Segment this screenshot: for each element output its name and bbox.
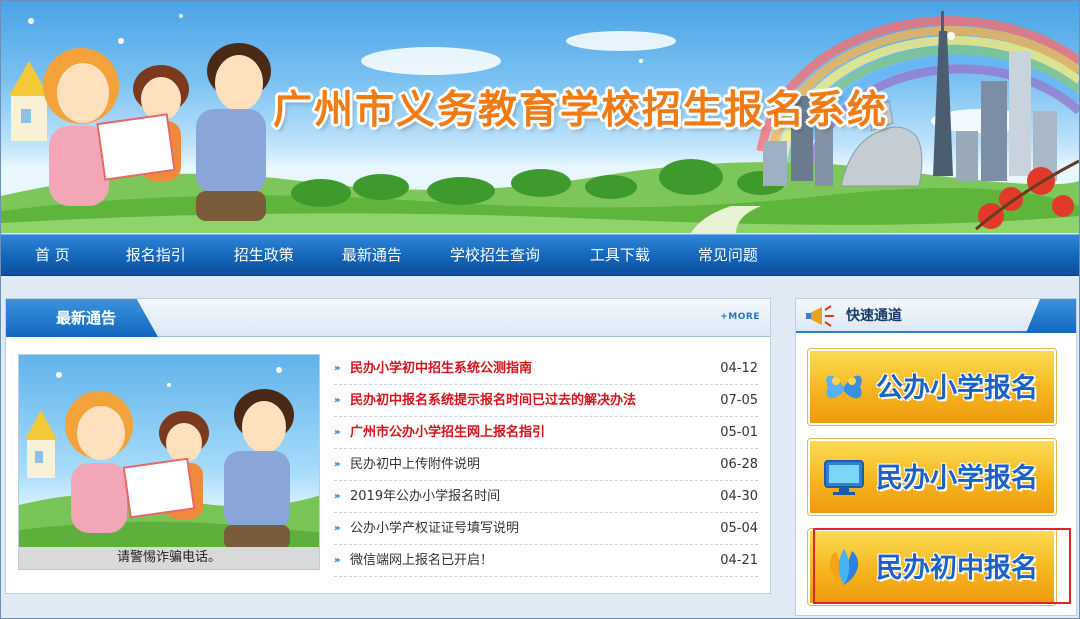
butterfly-icon xyxy=(826,375,862,399)
nav-item-guide[interactable]: 报名指引 xyxy=(102,234,210,276)
main-nav: 首 页 报名指引 招生政策 最新通告 学校招生查询 工具下载 常见问题 xyxy=(1,234,1079,276)
notice-date: 06-28 xyxy=(720,457,758,472)
notice-date: 04-21 xyxy=(720,553,758,568)
notice-date: 05-01 xyxy=(720,425,758,440)
nav-item-home[interactable]: 首 页 xyxy=(1,234,102,276)
notice-panel: 最新通告 +MORE 请警惕诈骗电话。 » 民办小学初中招生系统公测指南 04-… xyxy=(5,298,771,594)
notice-photo[interactable]: 请警惕诈骗电话。 xyxy=(18,354,320,570)
nav-item-faq[interactable]: 常见问题 xyxy=(674,234,782,276)
double-arrow-icon: » xyxy=(334,555,341,566)
notice-panel-header: 最新通告 +MORE xyxy=(6,299,770,337)
notice-item[interactable]: » 民办小学初中招生系统公测指南 04-12 xyxy=(334,353,758,385)
notice-date: 07-05 xyxy=(720,393,758,408)
notice-item[interactable]: » 民办初中上传附件说明 06-28 xyxy=(334,449,758,481)
notice-title[interactable]: 2019年公办小学报名时间 xyxy=(350,481,706,512)
notice-item[interactable]: » 民办初中报名系统提示报名时间已过去的解决办法 07-05 xyxy=(334,385,758,417)
notice-title[interactable]: 微信端网上报名已开启！ xyxy=(350,545,706,576)
header-stripe xyxy=(1026,299,1076,333)
notice-panel-title: 最新通告 xyxy=(56,309,117,327)
button-label: 民办小学报名 xyxy=(876,463,1038,494)
button-label: 公办小学报名 xyxy=(876,373,1038,404)
notice-list: » 民办小学初中招生系统公测指南 04-12 » 民办初中报名系统提示报名时间已… xyxy=(334,353,758,577)
notice-item[interactable]: » 2019年公办小学报名时间 04-30 xyxy=(334,481,758,513)
notice-title[interactable]: 民办小学初中招生系统公测指南 xyxy=(350,353,706,384)
notice-title[interactable]: 民办初中报名系统提示报名时间已过去的解决办法 xyxy=(350,385,706,416)
private-primary-register-button[interactable]: 民办小学报名 xyxy=(808,439,1056,515)
notice-date: 05-04 xyxy=(720,521,758,536)
monitor-icon xyxy=(824,460,864,495)
nav-item-policy[interactable]: 招生政策 xyxy=(210,234,318,276)
more-link[interactable]: +MORE xyxy=(720,312,760,322)
nav-item-notices[interactable]: 最新通告 xyxy=(318,234,426,276)
double-arrow-icon: » xyxy=(334,395,341,406)
family-photo-illustration xyxy=(19,367,319,569)
notice-title[interactable]: 公办小学产权证证号填写说明 xyxy=(350,513,706,544)
notice-date: 04-30 xyxy=(720,489,758,504)
header-banner: 广州市义务教育学校招生报名系统 xyxy=(1,1,1079,233)
notice-item[interactable]: » 广州市公办小学招生网上报名指引 05-01 xyxy=(334,417,758,449)
quick-access-header: 快速通道 xyxy=(796,299,1076,333)
page-frame: 广州市义务教育学校招生报名系统 首 页 报名指引 招生政策 最新通告 学校招生查… xyxy=(0,0,1080,619)
double-arrow-icon: » xyxy=(334,523,341,534)
nav-item-school-query[interactable]: 学校招生查询 xyxy=(426,234,566,276)
notice-item[interactable]: » 微信端网上报名已开启！ 04-21 xyxy=(334,545,758,577)
double-arrow-icon: » xyxy=(334,459,341,470)
notice-date: 04-12 xyxy=(720,361,758,376)
notice-title[interactable]: 广州市公办小学招生网上报名指引 xyxy=(350,417,706,448)
banner-title: 广州市义务教育学校招生报名系统 xyxy=(273,88,889,133)
notice-item[interactable]: » 公办小学产权证证号填写说明 05-04 xyxy=(334,513,758,545)
double-arrow-icon: » xyxy=(334,491,341,502)
nav-item-downloads[interactable]: 工具下载 xyxy=(566,234,674,276)
photo-caption: 请警惕诈骗电话。 xyxy=(19,547,319,569)
quick-access-title: 快速通道 xyxy=(846,308,902,324)
double-arrow-icon: » xyxy=(334,427,341,438)
public-primary-register-button[interactable]: 公办小学报名 xyxy=(808,349,1056,425)
selection-highlight xyxy=(813,528,1071,604)
megaphone-icon xyxy=(806,305,834,327)
double-arrow-icon: » xyxy=(334,363,341,374)
notice-title[interactable]: 民办初中上传附件说明 xyxy=(350,449,706,480)
